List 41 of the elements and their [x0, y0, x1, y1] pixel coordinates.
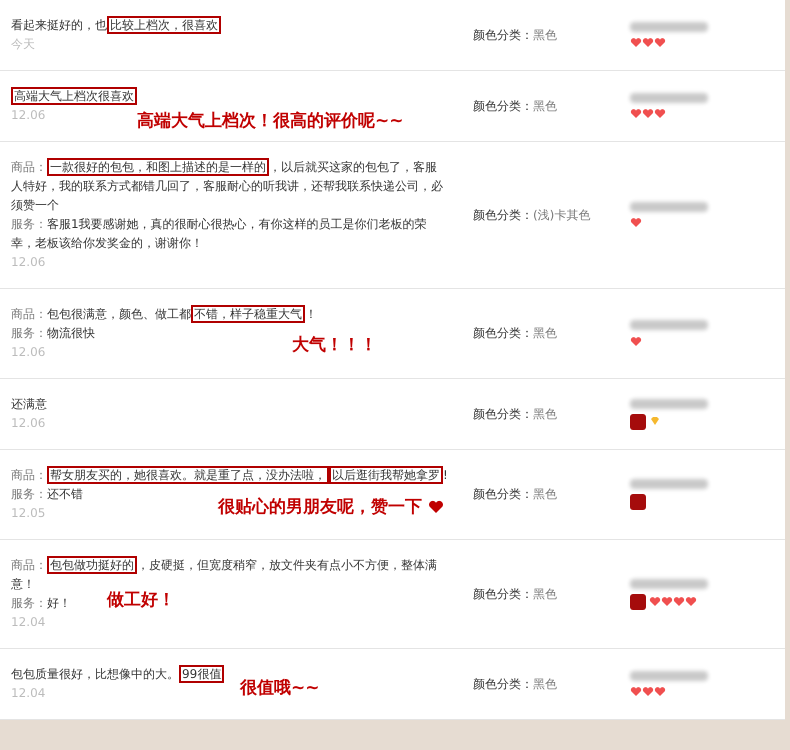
color-label: 颜色分类： [473, 325, 533, 342]
review-text: 商品：包包很满意，颜色、做工都 不错，样子稳重大气 ！ [11, 305, 317, 324]
color-label: 颜色分类： [473, 586, 533, 602]
color-value: 黑色 [533, 98, 557, 114]
color-value: 黑色 [533, 406, 557, 422]
color-value: 黑色 [533, 325, 557, 342]
color-value: (浅)卡其色 [533, 206, 590, 224]
color-label: 颜色分类： [473, 676, 533, 692]
color-value: 黑色 [533, 586, 557, 602]
annotation-text: 大气！！！ [292, 334, 377, 356]
review-date: 12.06 [11, 416, 46, 430]
service-text: 服务：物流很快 [11, 325, 95, 342]
review-text: 高端大气上档次很喜欢 [11, 87, 137, 106]
color-label: 颜色分类： [473, 98, 533, 114]
review-text: 商品： 一款很好的包包，和图上描述的是一样的 ，以后就买这家的包包了，客服人特好，我的联系方式都错几回了，客服耐心的听我讲，还帮我联系快递公司，必须赞一个 [11, 158, 444, 214]
service-text: 服务：还不错 [11, 486, 83, 503]
color-label: 颜色分类： [473, 406, 533, 422]
review-text: 看起来挺好的，也 比较上档次，很喜欢 [11, 16, 221, 35]
service-text: 服务：客服1我要感谢她，真的很耐心很热心，有你这样的员工是你们老板的荣幸，老板该给你发奖金的，谢谢你！ [11, 216, 428, 252]
review-date: 12.06 [11, 255, 46, 269]
color-value: 黑色 [533, 26, 557, 44]
color-label: 颜色分类： [473, 26, 533, 44]
review-date: 12.04 [11, 686, 46, 700]
review-text: 还满意 [11, 396, 47, 413]
review-text: 商品： 包包做功挺好的 ，皮硬挺，但宽度稍窄，放文件夹有点小不方便，整体满意！ [11, 556, 438, 591]
review-text: 包包质量很好，比想像中的大。 99很值 [11, 665, 224, 684]
service-text: 服务：好！ [11, 595, 71, 612]
color-value: 黑色 [533, 486, 557, 503]
annotation-text: 很值哦~~ [240, 677, 320, 699]
color-label: 颜色分类： [473, 206, 533, 224]
annotation-text: 做工好！ [107, 589, 175, 611]
annotation-text: 高端大气上档次！很高的评价呢~~ [137, 110, 404, 132]
review-date: 12.06 [11, 345, 46, 359]
review-date: 今天 [11, 37, 35, 51]
color-value: 黑色 [533, 676, 557, 692]
annotation-text: 很贴心的男朋友呢，赞一下 [218, 496, 422, 518]
color-label: 颜色分类： [473, 486, 533, 503]
review-text: 商品： 帮女朋友买的，她很喜欢。就是重了点，没办法啦， 以后逛街我帮她拿罗 ! [11, 466, 448, 485]
review-date: 12.04 [11, 615, 46, 629]
review-date: 12.06 [11, 108, 46, 122]
review-date: 12.05 [11, 506, 46, 520]
